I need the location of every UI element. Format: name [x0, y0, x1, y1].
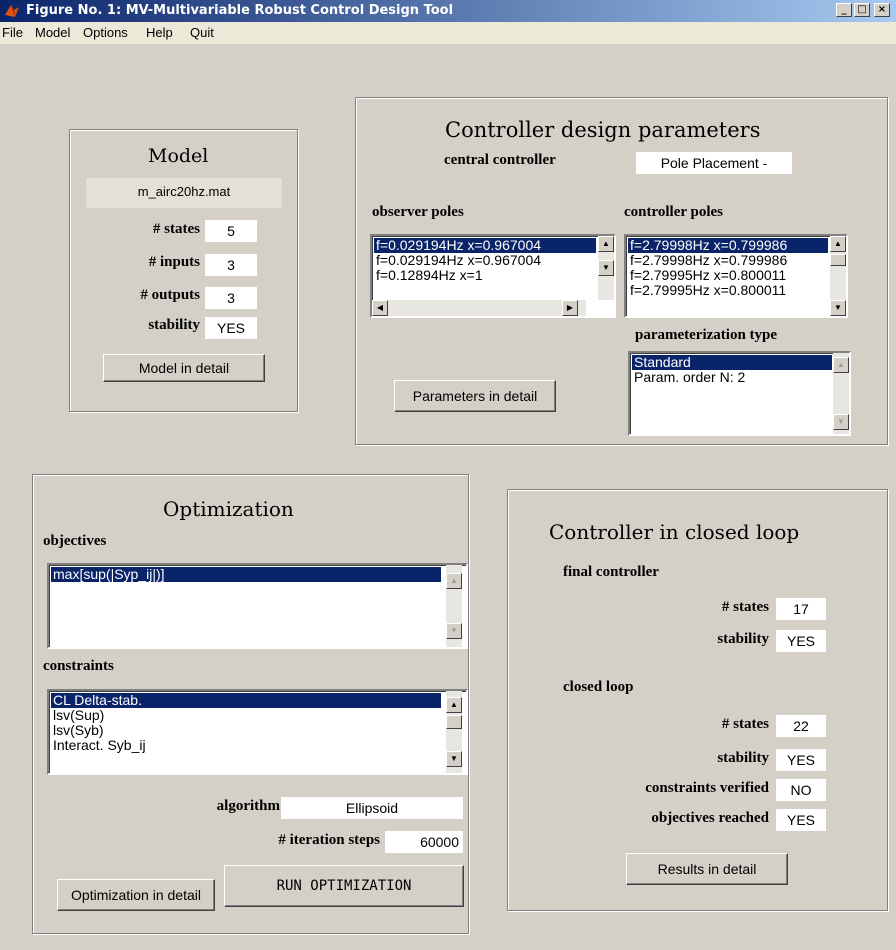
constraints-vscroll[interactable]: ▲ ▼ [446, 691, 462, 773]
scroll-down-icon[interactable]: ▼ [446, 751, 462, 767]
objectives-label: objectives [43, 533, 107, 549]
results-detail-button[interactable]: Results in detail [626, 853, 788, 885]
fc-states-value: 17 [776, 598, 826, 620]
controller-poles-list[interactable]: f=2.79998Hz x=0.799986 f=2.79998Hz x=0.7… [624, 234, 848, 318]
model-detail-button[interactable]: Model in detail [103, 354, 265, 382]
window-title: Figure No. 1: MV-Multivariable Robust Co… [26, 3, 454, 18]
observer-hscroll[interactable]: ◀ ▶ [372, 300, 586, 316]
inputs-label: # inputs [148, 254, 200, 270]
scroll-up-icon[interactable]: ▲ [598, 236, 614, 252]
closed-loop-label: closed loop [563, 679, 634, 695]
matlab-icon [5, 5, 19, 17]
scroll-down-icon[interactable]: ▼ [446, 623, 462, 639]
list-item[interactable]: f=0.029194Hz x=0.967004 [374, 238, 596, 253]
model-panel: Model m_airc20hz.mat # states 5 # inputs… [69, 129, 298, 412]
iteration-steps-value: 60000 [385, 831, 463, 853]
scroll-thumb[interactable] [830, 254, 846, 266]
list-item[interactable]: f=2.79998Hz x=0.799986 [628, 238, 828, 253]
scroll-right-icon[interactable]: ▶ [562, 300, 578, 316]
central-controller-label: central controller [444, 152, 556, 168]
final-controller-label: final controller [563, 564, 659, 580]
fc-states-label: # states [721, 599, 769, 615]
list-item[interactable]: CL Delta-stab. [51, 693, 441, 708]
algorithm-label: algorithm [216, 798, 280, 814]
objectives-reached-value: YES [776, 809, 826, 831]
cl-stability-label: stability [717, 750, 769, 766]
constraints-verified-label: constraints verified [645, 780, 769, 796]
optimization-title: Optimization [163, 497, 294, 521]
objectives-list[interactable]: max[sup(|Syp_ij|)] ▲ ▼ [47, 563, 468, 649]
parameterization-type-label: parameterization type [635, 327, 778, 343]
menu-model[interactable]: Model [35, 25, 70, 40]
controller-vscroll[interactable]: ▲ ▼ [830, 236, 846, 316]
parameterization-type-list[interactable]: Standard Param. order N: 2 ▲ ▼ [628, 351, 851, 436]
scroll-down-icon[interactable]: ▼ [598, 260, 614, 276]
observer-vscroll[interactable]: ▲ ▼ [598, 236, 614, 300]
parameterization-vscroll[interactable]: ▲ ▼ [833, 353, 849, 434]
optimization-detail-button[interactable]: Optimization in detail [57, 879, 215, 911]
fc-stability-value: YES [776, 630, 826, 652]
list-item[interactable]: lsv(Sup) [51, 708, 441, 723]
run-optimization-button[interactable]: RUN OPTIMIZATION [224, 865, 464, 907]
states-value: 5 [205, 220, 257, 242]
design-panel: Controller design parameters central con… [355, 97, 888, 445]
scroll-up-icon[interactable]: ▲ [830, 236, 846, 252]
outputs-label: # outputs [140, 287, 200, 303]
list-item[interactable]: Interact. Syb_ij [51, 738, 441, 753]
list-item[interactable]: f=0.12894Hz x=1 [374, 268, 596, 283]
menu-options[interactable]: Options [83, 25, 128, 40]
model-file: m_airc20hz.mat [86, 178, 282, 208]
constraints-list[interactable]: CL Delta-stab. lsv(Sup) lsv(Syb) Interac… [47, 689, 468, 775]
menu-quit[interactable]: Quit [190, 25, 214, 40]
observer-poles-label: observer poles [372, 204, 464, 220]
scroll-thumb[interactable] [446, 715, 462, 729]
iteration-steps-label: # iteration steps [278, 832, 380, 848]
closed-loop-title: Controller in closed loop [549, 520, 800, 544]
design-title: Controller design parameters [445, 118, 761, 142]
maximize-button[interactable]: □ [854, 3, 870, 17]
objectives-reached-label: objectives reached [651, 810, 769, 826]
stability-label: stability [148, 317, 200, 333]
menu-bar: File Model Options Help Quit [0, 22, 896, 44]
list-item[interactable]: lsv(Syb) [51, 723, 441, 738]
scroll-down-icon[interactable]: ▼ [833, 414, 849, 430]
constraints-verified-value: NO [776, 779, 826, 801]
inputs-value: 3 [205, 254, 257, 276]
list-item[interactable]: f=2.79995Hz x=0.800011 [628, 268, 828, 283]
constraints-label: constraints [43, 658, 114, 674]
scroll-up-icon[interactable]: ▲ [833, 357, 849, 373]
list-item[interactable]: f=0.029194Hz x=0.967004 [374, 253, 596, 268]
closed-loop-panel: Controller in closed loop final controll… [507, 489, 888, 911]
menu-file[interactable]: File [2, 25, 23, 40]
objectives-vscroll[interactable]: ▲ ▼ [446, 565, 462, 647]
states-label: # states [152, 221, 200, 237]
list-item[interactable]: f=2.79995Hz x=0.800011 [628, 283, 828, 298]
fc-stability-label: stability [717, 631, 769, 647]
central-controller-value: Pole Placement - [636, 152, 792, 174]
stability-value: YES [205, 317, 257, 339]
parameters-detail-button[interactable]: Parameters in detail [394, 380, 556, 412]
model-title: Model [148, 145, 209, 167]
outputs-value: 3 [205, 287, 257, 309]
cl-states-label: # states [721, 716, 769, 732]
algorithm-value: Ellipsoid [281, 797, 463, 819]
scroll-down-icon[interactable]: ▼ [830, 300, 846, 316]
menu-help[interactable]: Help [146, 25, 173, 40]
list-item[interactable]: max[sup(|Syp_ij|)] [51, 567, 441, 582]
close-button[interactable]: × [874, 3, 890, 17]
scroll-left-icon[interactable]: ◀ [372, 300, 388, 316]
cl-states-value: 22 [776, 715, 826, 737]
cl-stability-value: YES [776, 749, 826, 771]
scroll-up-icon[interactable]: ▲ [446, 697, 462, 713]
optimization-panel: Optimization objectives max[sup(|Syp_ij|… [32, 474, 469, 934]
list-item[interactable]: Param. order N: 2 [632, 370, 832, 385]
controller-poles-label: controller poles [624, 204, 724, 220]
observer-poles-list[interactable]: f=0.029194Hz x=0.967004 f=0.029194Hz x=0… [370, 234, 616, 318]
title-bar: Figure No. 1: MV-Multivariable Robust Co… [0, 0, 896, 22]
list-item[interactable]: Standard [632, 355, 832, 370]
list-item[interactable]: f=2.79998Hz x=0.799986 [628, 253, 828, 268]
minimize-button[interactable]: _ [836, 3, 852, 17]
scroll-up-icon[interactable]: ▲ [446, 573, 462, 589]
